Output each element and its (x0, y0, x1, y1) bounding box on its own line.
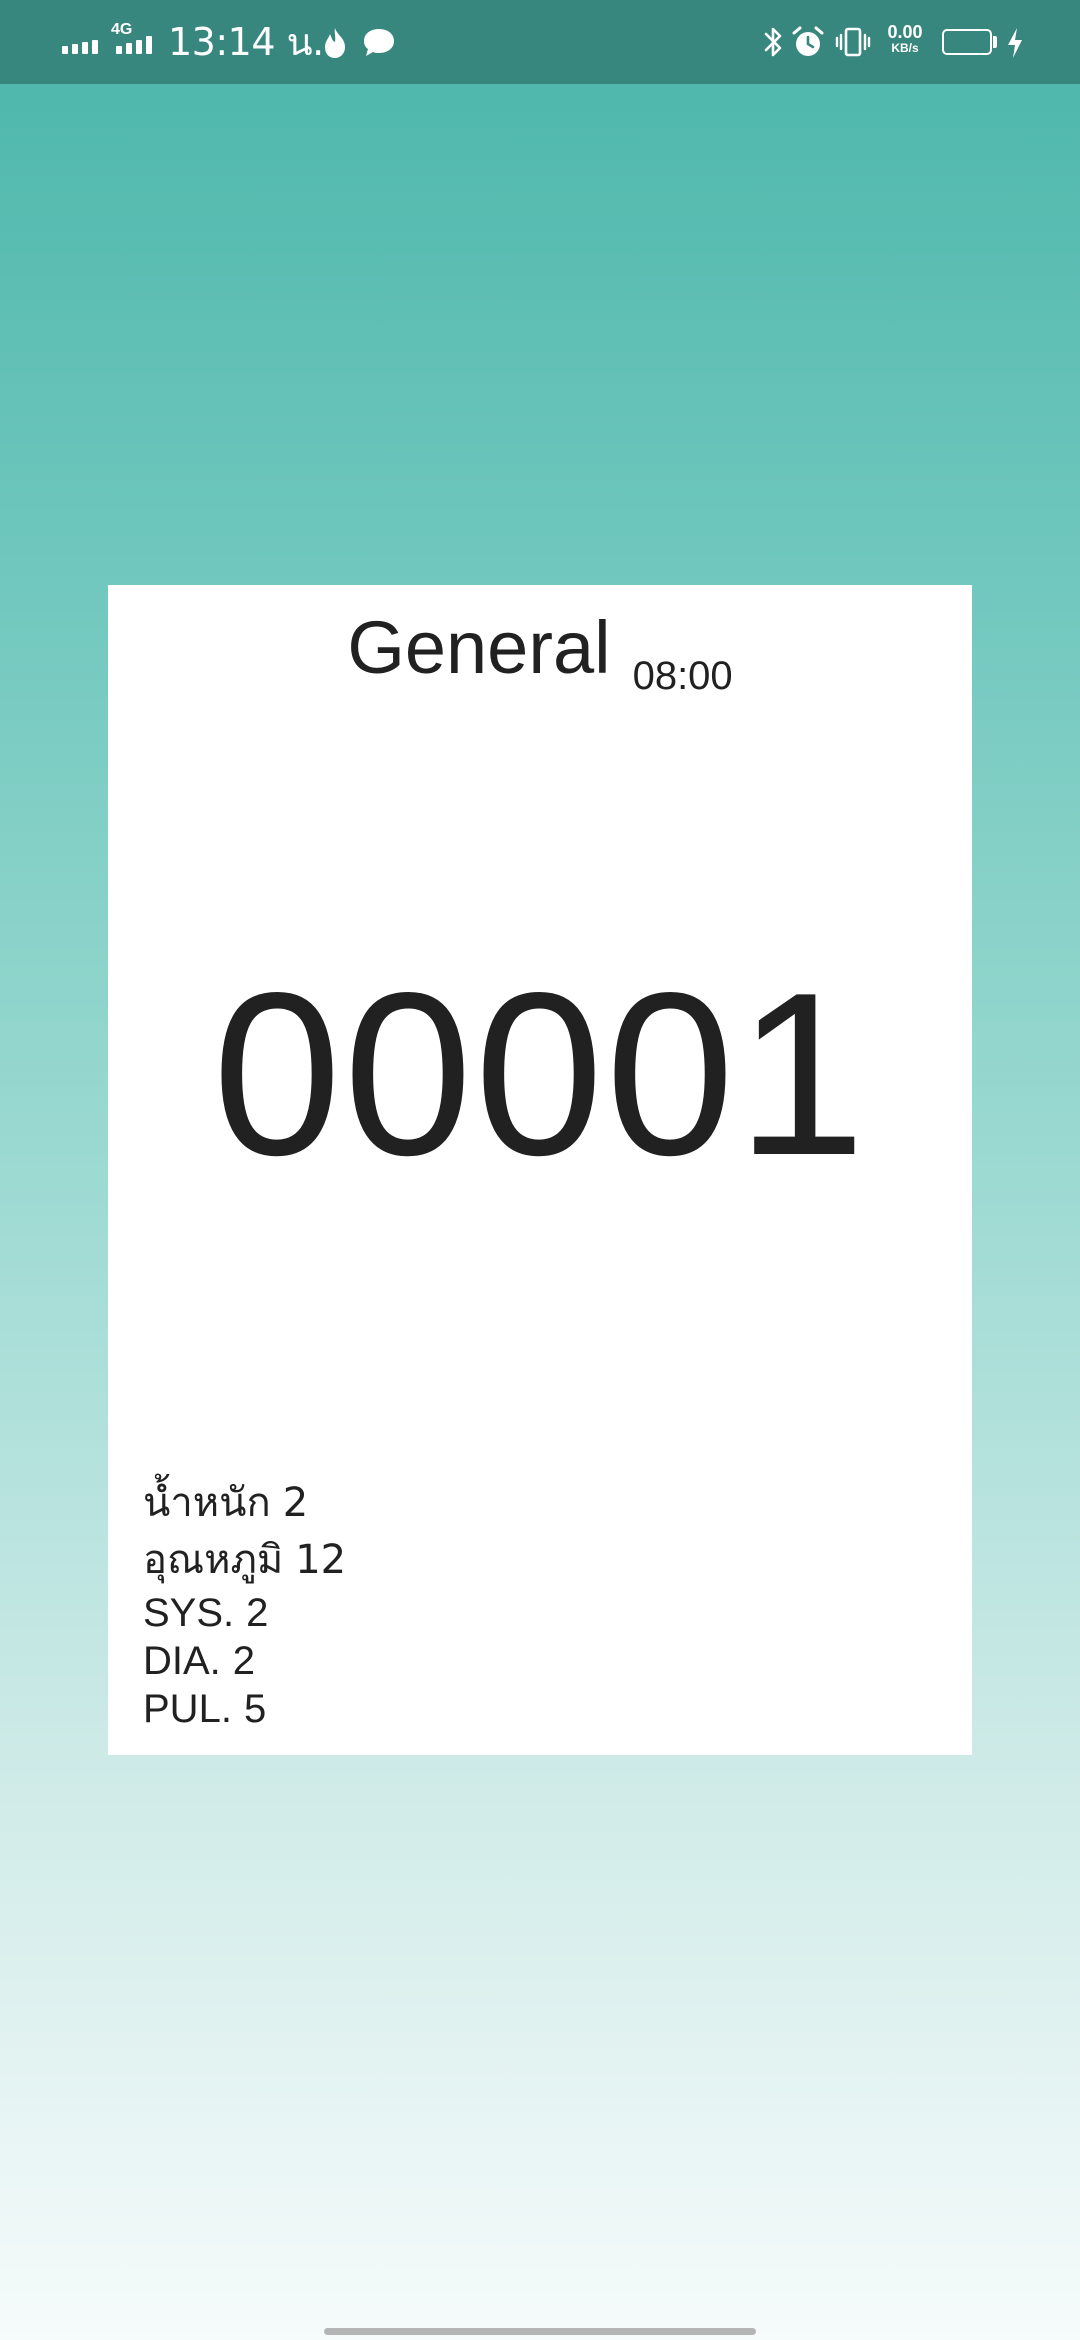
charging-icon (1008, 28, 1022, 58)
vital-systolic: SYS. 2 (143, 1589, 346, 1637)
vital-label: SYS. (143, 1591, 235, 1635)
battery-level: 71 (957, 32, 977, 51)
queue-time: 08:00 (632, 654, 733, 698)
vital-label: อุณหภูมิ (143, 1537, 284, 1583)
vital-value: 5 (243, 1687, 267, 1731)
battery-icon: 71 (942, 29, 992, 55)
network-speed: 0.00 KB/s (882, 22, 928, 56)
vital-label: น้ำหนัก (143, 1480, 271, 1526)
vital-diastolic: DIA. 2 (143, 1637, 346, 1685)
signal-icon (116, 36, 152, 54)
vital-value: 2 (282, 1480, 309, 1526)
queue-card: General 08:00 00001 น้ำหนัก 2 อุณหภูมิ 1… (108, 585, 972, 1755)
vital-label: PUL. (143, 1687, 232, 1731)
signal-icon (62, 40, 98, 54)
vital-pulse: PUL. 5 (143, 1685, 346, 1733)
vital-value: 12 (295, 1537, 347, 1583)
vital-temperature: อุณหภูมิ 12 (143, 1532, 346, 1589)
home-gesture-bar[interactable] (324, 2328, 756, 2335)
chat-bubble-icon (364, 29, 394, 56)
bluetooth-icon (764, 27, 782, 57)
queue-title: General (347, 606, 611, 689)
status-clock: 13:14 น. (168, 20, 324, 64)
vital-label: DIA. (143, 1639, 221, 1683)
status-bar: 4G 13:14 น. 0.00 KB/s 71 (0, 0, 1080, 84)
vital-value: 2 (246, 1591, 269, 1635)
vitals-list: น้ำหนัก 2 อุณหภูมิ 12 SYS. 2 DIA. 2 PUL.… (143, 1475, 346, 1733)
vibrate-icon (835, 27, 871, 57)
flame-icon (325, 28, 345, 58)
battery-tip (993, 36, 997, 48)
vital-value: 2 (232, 1639, 256, 1683)
queue-number: 00001 (212, 945, 868, 1204)
alarm-icon (792, 26, 824, 56)
network-speed-value: 0.00 (887, 22, 923, 42)
vital-weight: น้ำหนัก 2 (143, 1475, 346, 1532)
card-header: General 08:00 (108, 603, 972, 698)
network-speed-unit: KB/s (891, 41, 919, 55)
